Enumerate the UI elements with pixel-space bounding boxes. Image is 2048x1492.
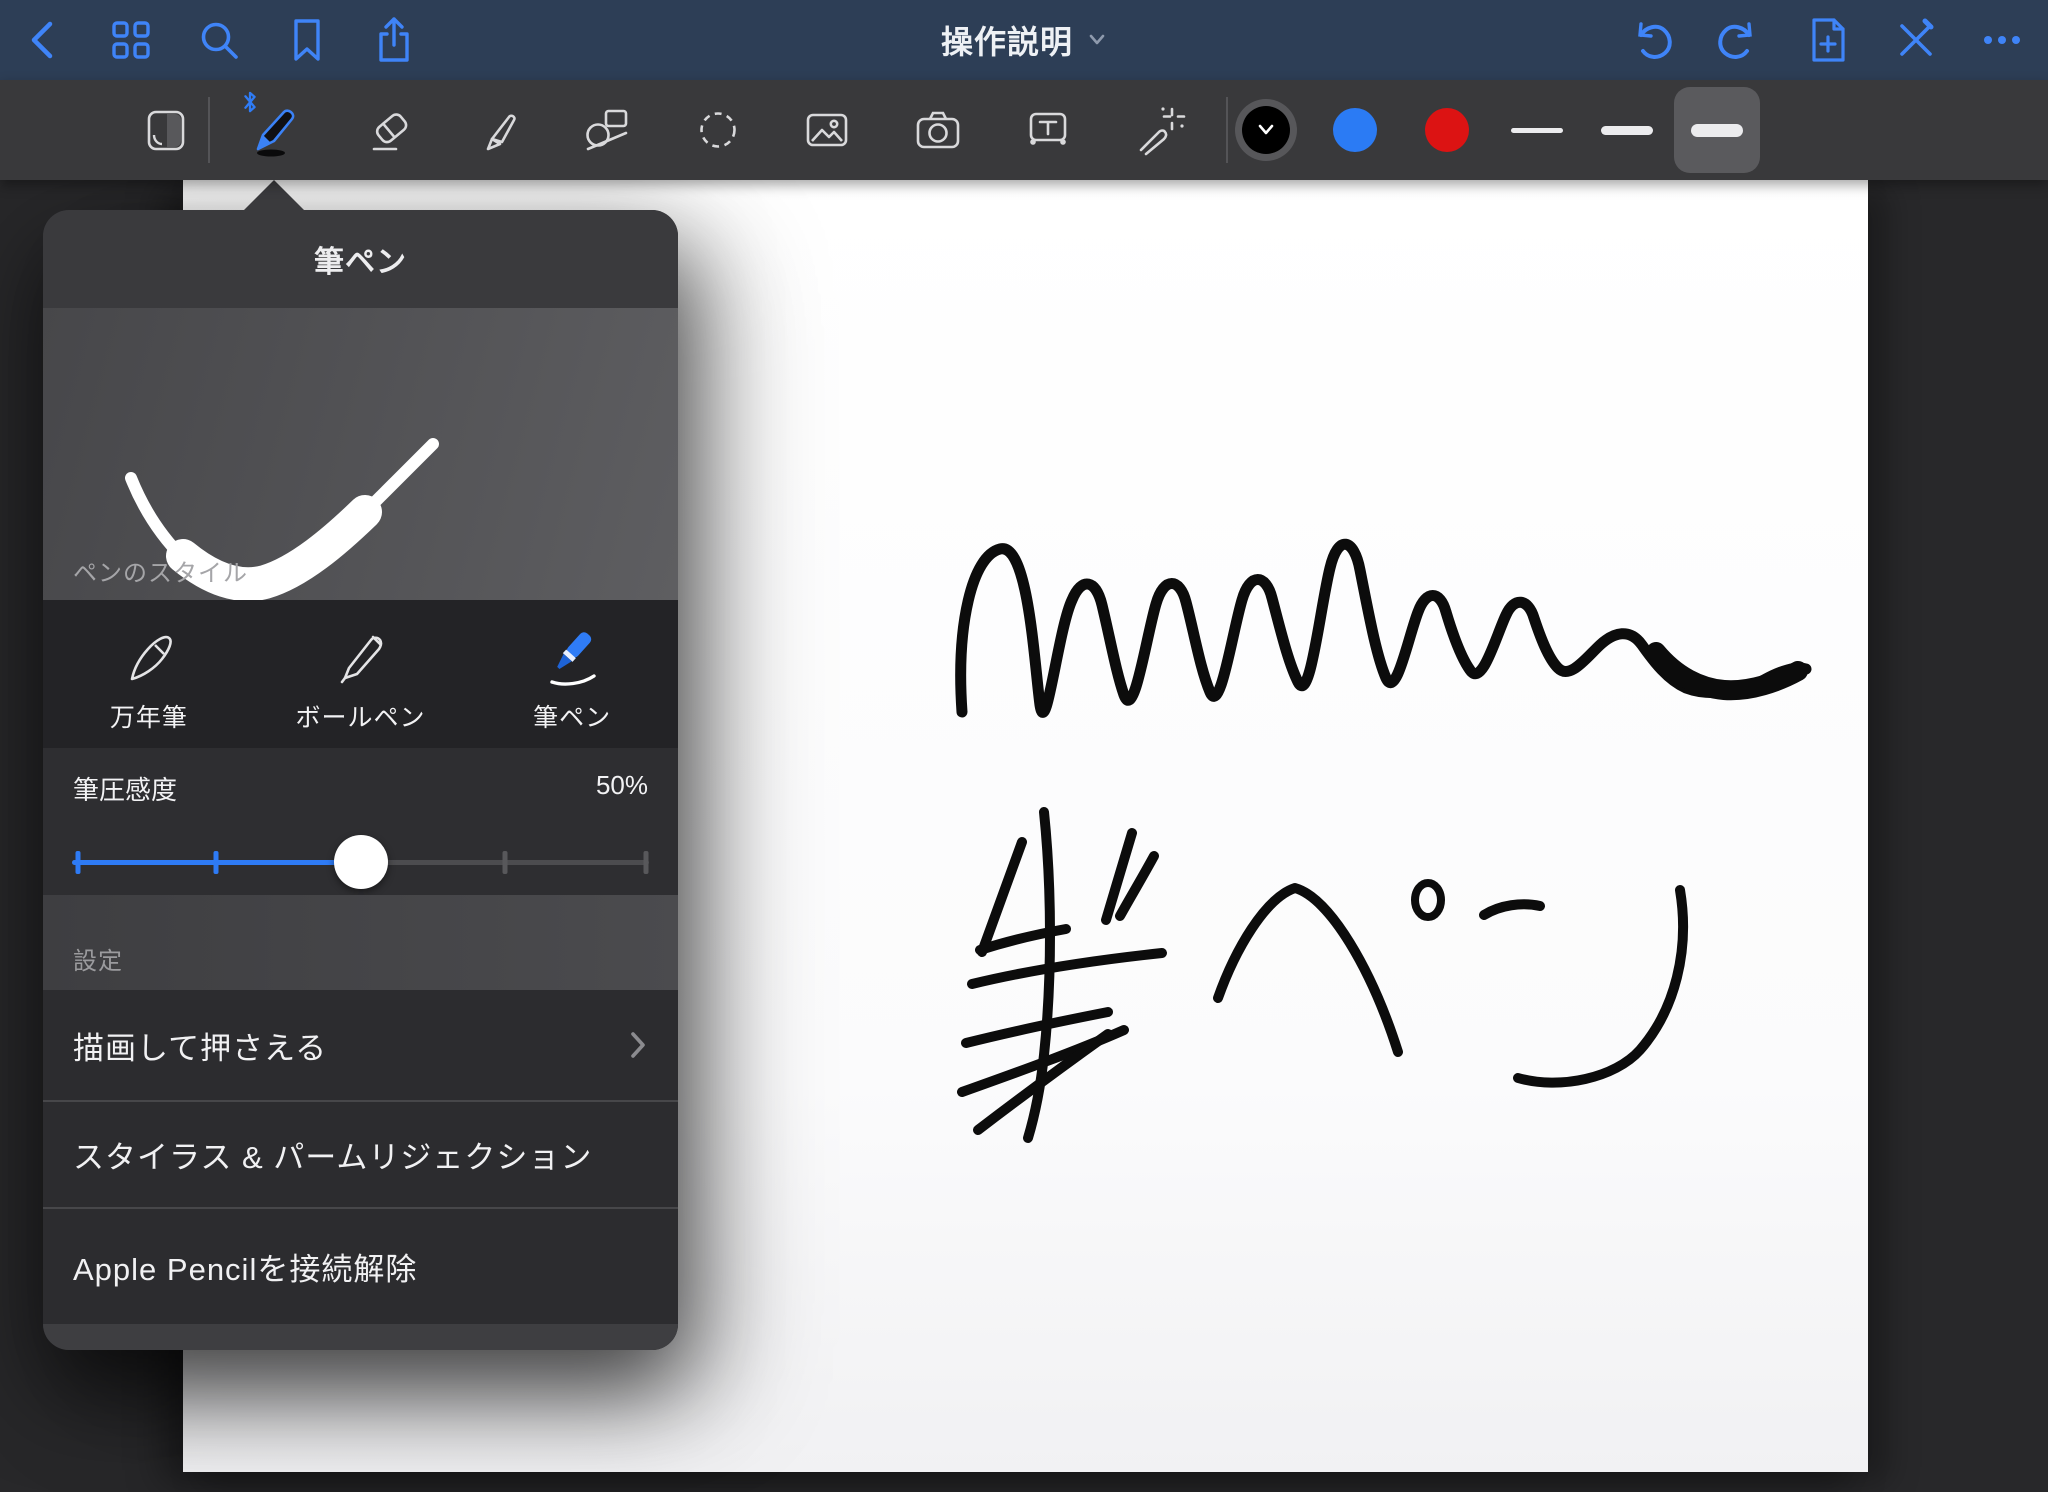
settings-label: 設定 — [73, 941, 123, 976]
stylus-mode-icon — [1893, 17, 1939, 63]
canvas-area: 筆ペン ペンのスタイル 万年筆 ボールペン — [0, 180, 2048, 1492]
stroke-preview: ペンのスタイル — [43, 308, 678, 600]
drawing-toolbar — [0, 80, 2048, 180]
color-swatch-red[interactable] — [1401, 80, 1493, 180]
undo-icon — [1628, 16, 1676, 64]
camera-tool-button[interactable] — [892, 80, 984, 180]
row-label: Apple Pencilを接続解除 — [73, 1244, 417, 1289]
popover-bottom-band — [43, 1324, 678, 1350]
selected-thickness-bg — [1674, 87, 1760, 173]
highlighter-tool-button[interactable] — [455, 80, 547, 180]
row-label: 描画して押さえる — [73, 1023, 327, 1068]
redo-icon — [1714, 16, 1762, 64]
row-stylus-palm-rejection[interactable]: スタイラス & パームリジェクション — [43, 1100, 678, 1207]
thin-line-icon — [1511, 128, 1563, 133]
eraser-tool-button[interactable] — [346, 80, 438, 180]
row-disconnect-apple-pencil[interactable]: Apple Pencilを接続解除 — [43, 1207, 678, 1324]
slider-tick — [75, 851, 80, 874]
blue-color — [1333, 108, 1377, 152]
text-tool-icon — [1022, 104, 1074, 156]
selected-color-ring — [1235, 99, 1297, 161]
shape-tool-icon — [581, 104, 633, 156]
slider-thumb[interactable] — [334, 835, 388, 889]
shape-tool-button[interactable] — [561, 80, 653, 180]
thickness-thin-button[interactable] — [1491, 80, 1583, 180]
red-color — [1425, 108, 1469, 152]
pen-tool-button[interactable] — [228, 80, 320, 180]
popover-title: 筆ペン — [43, 210, 678, 308]
style-label: ボールペン — [296, 698, 426, 734]
image-tool-button[interactable] — [781, 80, 873, 180]
row-draw-and-hold[interactable]: 描画して押さえる — [43, 990, 678, 1100]
style-label: 筆ペン — [533, 698, 611, 734]
thickness-thick-button[interactable] — [1671, 80, 1763, 180]
top-navbar: 操作説明 — [0, 0, 2048, 80]
chevron-down-icon — [1256, 123, 1276, 137]
image-tool-icon — [801, 104, 853, 156]
style-option-fountain-pen[interactable]: 万年筆 — [43, 600, 255, 748]
style-option-ballpoint-pen[interactable]: ボールペン — [255, 600, 467, 748]
paper-template-button[interactable] — [120, 80, 212, 180]
more-icon — [1978, 17, 2026, 63]
brush-pen-icon — [540, 626, 604, 690]
pressure-label: 筆圧感度 — [73, 770, 177, 807]
add-page-icon — [1805, 15, 1851, 65]
pressure-section: 筆圧感度 50% — [43, 748, 678, 895]
eraser-icon — [366, 104, 418, 156]
bluetooth-icon — [242, 90, 258, 114]
popover-arrow — [244, 180, 304, 210]
pen-style-row: 万年筆 ボールペン 筆ペン — [43, 600, 678, 748]
laser-pointer-icon — [1134, 104, 1186, 156]
slider-tick — [644, 851, 649, 874]
thick-line-icon — [1691, 124, 1743, 137]
lasso-tool-button[interactable] — [672, 80, 764, 180]
pen-style-section-label: ペンのスタイル — [73, 553, 248, 588]
more-button[interactable] — [1966, 0, 2038, 80]
ballpoint-pen-icon — [329, 626, 393, 690]
chevron-right-icon — [628, 1029, 648, 1061]
color-swatch-blue[interactable] — [1309, 80, 1401, 180]
paper-template-icon — [140, 104, 192, 156]
undo-button[interactable] — [1616, 0, 1688, 80]
text-tool-button[interactable] — [1002, 80, 1094, 180]
pressure-slider[interactable] — [72, 834, 649, 890]
stylus-mode-button[interactable] — [1880, 0, 1952, 80]
row-label: スタイラス & パームリジェクション — [73, 1132, 592, 1177]
settings-section-header: 設定 — [43, 895, 678, 990]
pen-settings-popover: 筆ペン ペンのスタイル 万年筆 ボールペン — [43, 210, 678, 1350]
camera-icon — [912, 104, 964, 156]
fountain-pen-icon — [117, 626, 181, 690]
highlighter-icon — [475, 104, 527, 156]
slider-tick — [502, 851, 507, 874]
toolbar-divider — [208, 97, 210, 163]
page-title: 操作説明 — [941, 17, 1073, 63]
color-swatch-black[interactable] — [1220, 80, 1312, 180]
laser-pointer-tool-button[interactable] — [1114, 80, 1206, 180]
slider-tick — [214, 851, 219, 874]
style-option-brush-pen[interactable]: 筆ペン — [466, 600, 678, 748]
style-label: 万年筆 — [110, 698, 188, 734]
medium-line-icon — [1601, 126, 1653, 135]
add-page-button[interactable] — [1792, 0, 1864, 80]
redo-button[interactable] — [1702, 0, 1774, 80]
lasso-icon — [692, 104, 744, 156]
pressure-value: 50% — [596, 770, 648, 801]
thickness-medium-button[interactable] — [1581, 80, 1673, 180]
settings-rows: 描画して押さえる スタイラス & パームリジェクション Apple Pencil… — [43, 990, 678, 1350]
title-chevron-icon — [1087, 32, 1107, 48]
